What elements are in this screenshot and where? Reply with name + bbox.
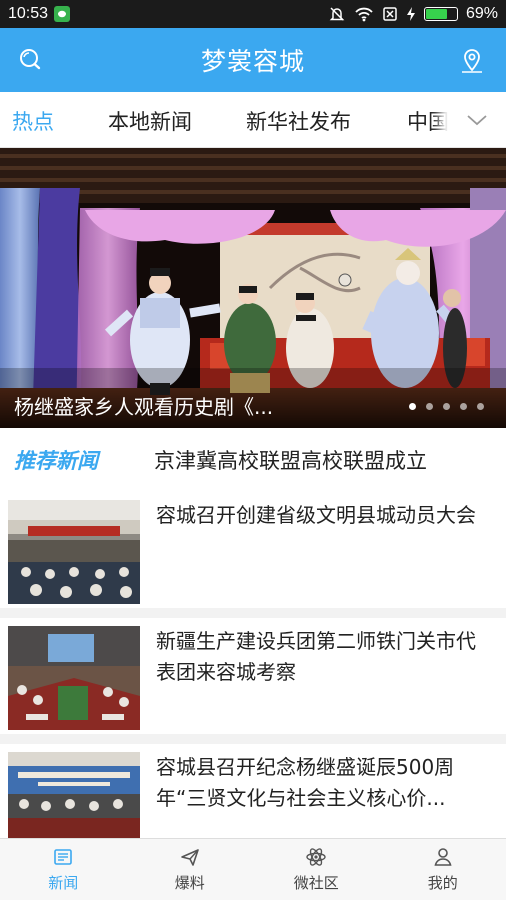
- charging-icon: [406, 7, 415, 21]
- person-icon: [434, 848, 452, 866]
- carousel-dot[interactable]: [426, 403, 433, 410]
- sim-off-icon: [383, 7, 397, 21]
- status-bar: 10:53 69%: [0, 0, 506, 28]
- nav-report[interactable]: 爆料: [127, 839, 254, 900]
- recommended-tag: 推荐新闻: [14, 449, 98, 473]
- bell-muted-icon: [329, 7, 345, 21]
- tab-local-news[interactable]: 本地新闻: [108, 106, 192, 136]
- news-thumbnail: [8, 752, 140, 838]
- wifi-icon: [355, 7, 373, 22]
- category-tabs: 热点 本地新闻 新华社发布 中国: [0, 92, 506, 148]
- tab-china[interactable]: 中国: [407, 106, 449, 136]
- wechat-notification-icon: [54, 6, 71, 22]
- search-icon[interactable]: [16, 46, 44, 74]
- battery-icon: [423, 7, 458, 21]
- news-thumbnail: [8, 626, 140, 730]
- status-time: 10:53: [8, 5, 49, 22]
- carousel-dot[interactable]: [477, 403, 484, 410]
- nav-report-label: 爆料: [174, 874, 205, 892]
- carousel-dots: [409, 403, 484, 410]
- nav-news[interactable]: 新闻: [0, 839, 127, 900]
- atom-icon: [306, 848, 326, 866]
- news-title: 新疆生产建设兵团第二师铁门关市代表团来容城考察: [156, 629, 476, 684]
- chevron-down-icon[interactable]: [448, 92, 506, 147]
- nav-community[interactable]: 微社区: [253, 839, 380, 900]
- newspaper-icon: [54, 849, 73, 865]
- battery-percent: 69%: [465, 5, 498, 22]
- carousel-dot[interactable]: [443, 403, 450, 410]
- carousel-dot[interactable]: [409, 403, 416, 410]
- nav-profile[interactable]: 我的: [380, 839, 506, 900]
- nav-news-label: 新闻: [48, 874, 79, 892]
- bottom-navigation: 新闻 爆料 微社区 我的: [0, 838, 506, 900]
- app-title: 梦裳容城: [200, 47, 305, 76]
- nav-profile-label: 我的: [427, 874, 458, 892]
- app-header: 梦裳容城: [0, 28, 506, 92]
- hero-caption: 杨继盛家乡人观看历史剧《...: [14, 395, 274, 419]
- recommended-headline[interactable]: 京津冀高校联盟高校联盟成立: [154, 445, 427, 475]
- news-title: 容城县召开纪念杨继盛诞辰500周年“三贤文化与社会主义核心价...: [156, 755, 455, 810]
- news-item[interactable]: 容城县召开纪念杨继盛诞辰500周年“三贤文化与社会主义核心价...: [0, 744, 506, 838]
- recommended-news-bar[interactable]: 推荐新闻 京津冀高校联盟高校联盟成立: [0, 428, 506, 492]
- news-item[interactable]: 新疆生产建设兵团第二师铁门关市代表团来容城考察: [0, 618, 506, 734]
- tab-xinhua[interactable]: 新华社发布: [246, 106, 351, 136]
- hero-carousel[interactable]: 杨继盛家乡人观看历史剧《...: [0, 148, 506, 428]
- tab-hot[interactable]: 热点: [12, 106, 54, 136]
- location-pin-icon[interactable]: [458, 46, 486, 74]
- news-title: 容城召开创建省级文明县城动员大会: [156, 503, 476, 527]
- paper-plane-icon: [180, 849, 199, 866]
- news-thumbnail: [8, 500, 140, 604]
- carousel-dot[interactable]: [460, 403, 467, 410]
- nav-community-label: 微社区: [293, 874, 339, 892]
- hero-image: [0, 148, 506, 428]
- news-item[interactable]: 容城召开创建省级文明县城动员大会: [0, 492, 506, 608]
